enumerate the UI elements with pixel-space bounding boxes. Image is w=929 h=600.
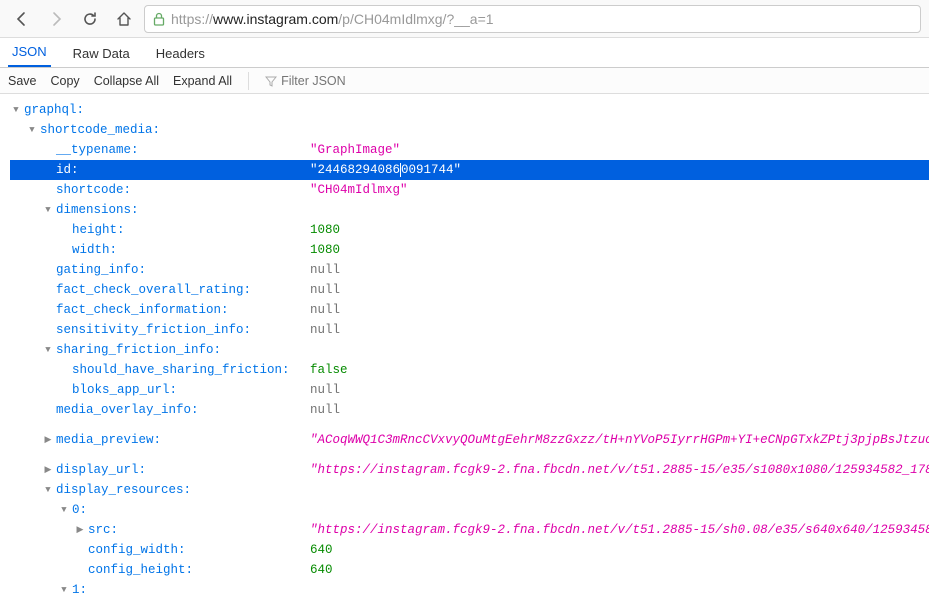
node-width[interactable]: width:1080 bbox=[10, 240, 929, 260]
node-display-resources-1[interactable]: ▼1: bbox=[10, 580, 929, 600]
node-sensitivity-friction-info[interactable]: sensitivity_friction_info:null bbox=[10, 320, 929, 340]
chevron-right-icon: ▶ bbox=[42, 460, 54, 480]
node-config-height[interactable]: config_height:640 bbox=[10, 560, 929, 580]
node-graphql[interactable]: ▼graphql: bbox=[10, 100, 929, 120]
copy-button[interactable]: Copy bbox=[51, 74, 80, 88]
node-id[interactable]: id:"244682940860091744" bbox=[10, 160, 929, 180]
json-tree: ▼graphql: ▼shortcode_media: __typename:"… bbox=[0, 94, 929, 600]
chevron-down-icon: ▼ bbox=[26, 120, 38, 140]
node-fact-check-overall-rating[interactable]: fact_check_overall_rating:null bbox=[10, 280, 929, 300]
node-height[interactable]: height:1080 bbox=[10, 220, 929, 240]
node-media-overlay-info[interactable]: media_overlay_info:null bbox=[10, 400, 929, 420]
tab-json[interactable]: JSON bbox=[8, 38, 51, 67]
node-bloks-app-url[interactable]: bloks_app_url:null bbox=[10, 380, 929, 400]
save-button[interactable]: Save bbox=[8, 74, 37, 88]
viewer-tabs: JSON Raw Data Headers bbox=[0, 38, 929, 68]
node-media-preview[interactable]: ▶media_preview:"ACoqWWQ1C3mRncCVxvyQOuMt… bbox=[10, 420, 929, 460]
expand-all-button[interactable]: Expand All bbox=[173, 74, 232, 88]
filter-json-input[interactable] bbox=[281, 74, 381, 88]
chevron-right-icon: ▶ bbox=[74, 520, 86, 540]
node-display-url[interactable]: ▶display_url:"https://instagram.fcgk9-2.… bbox=[10, 460, 929, 480]
chevron-down-icon: ▼ bbox=[42, 340, 54, 360]
collapse-all-button[interactable]: Collapse All bbox=[94, 74, 159, 88]
separator bbox=[248, 72, 249, 90]
node-sharing-friction-info[interactable]: ▼sharing_friction_info: bbox=[10, 340, 929, 360]
filter-icon bbox=[265, 75, 277, 87]
tab-headers[interactable]: Headers bbox=[152, 40, 209, 67]
chevron-down-icon: ▼ bbox=[42, 480, 54, 500]
node-dimensions[interactable]: ▼dimensions: bbox=[10, 200, 929, 220]
nav-back-button[interactable] bbox=[8, 5, 36, 33]
node-shortcode-media[interactable]: ▼shortcode_media: bbox=[10, 120, 929, 140]
url-text: https://www.instagram.com/p/CH04mIdlmxg/… bbox=[171, 11, 912, 27]
node-display-resources[interactable]: ▼display_resources: bbox=[10, 480, 929, 500]
node-src[interactable]: ▶src:"https://instagram.fcgk9-2.fna.fbcd… bbox=[10, 520, 929, 540]
home-button[interactable] bbox=[110, 5, 138, 33]
chevron-down-icon: ▼ bbox=[58, 500, 70, 520]
chevron-right-icon: ▶ bbox=[42, 430, 54, 450]
node-should-have-sharing-friction[interactable]: should_have_sharing_friction:false bbox=[10, 360, 929, 380]
lock-icon bbox=[153, 12, 165, 26]
chevron-down-icon: ▼ bbox=[42, 200, 54, 220]
chevron-down-icon: ▼ bbox=[10, 100, 22, 120]
node-fact-check-information[interactable]: fact_check_information:null bbox=[10, 300, 929, 320]
url-bar[interactable]: https://www.instagram.com/p/CH04mIdlmxg/… bbox=[144, 5, 921, 33]
node-gating-info[interactable]: gating_info:null bbox=[10, 260, 929, 280]
reload-button[interactable] bbox=[76, 5, 104, 33]
node-display-resources-0[interactable]: ▼0: bbox=[10, 500, 929, 520]
node-shortcode[interactable]: shortcode:"CH04mIdlmxg" bbox=[10, 180, 929, 200]
node-typename[interactable]: __typename:"GraphImage" bbox=[10, 140, 929, 160]
node-config-width[interactable]: config_width:640 bbox=[10, 540, 929, 560]
tab-raw-data[interactable]: Raw Data bbox=[69, 40, 134, 67]
json-toolbar: Save Copy Collapse All Expand All bbox=[0, 68, 929, 94]
chevron-down-icon: ▼ bbox=[58, 580, 70, 600]
nav-forward-button[interactable] bbox=[42, 5, 70, 33]
